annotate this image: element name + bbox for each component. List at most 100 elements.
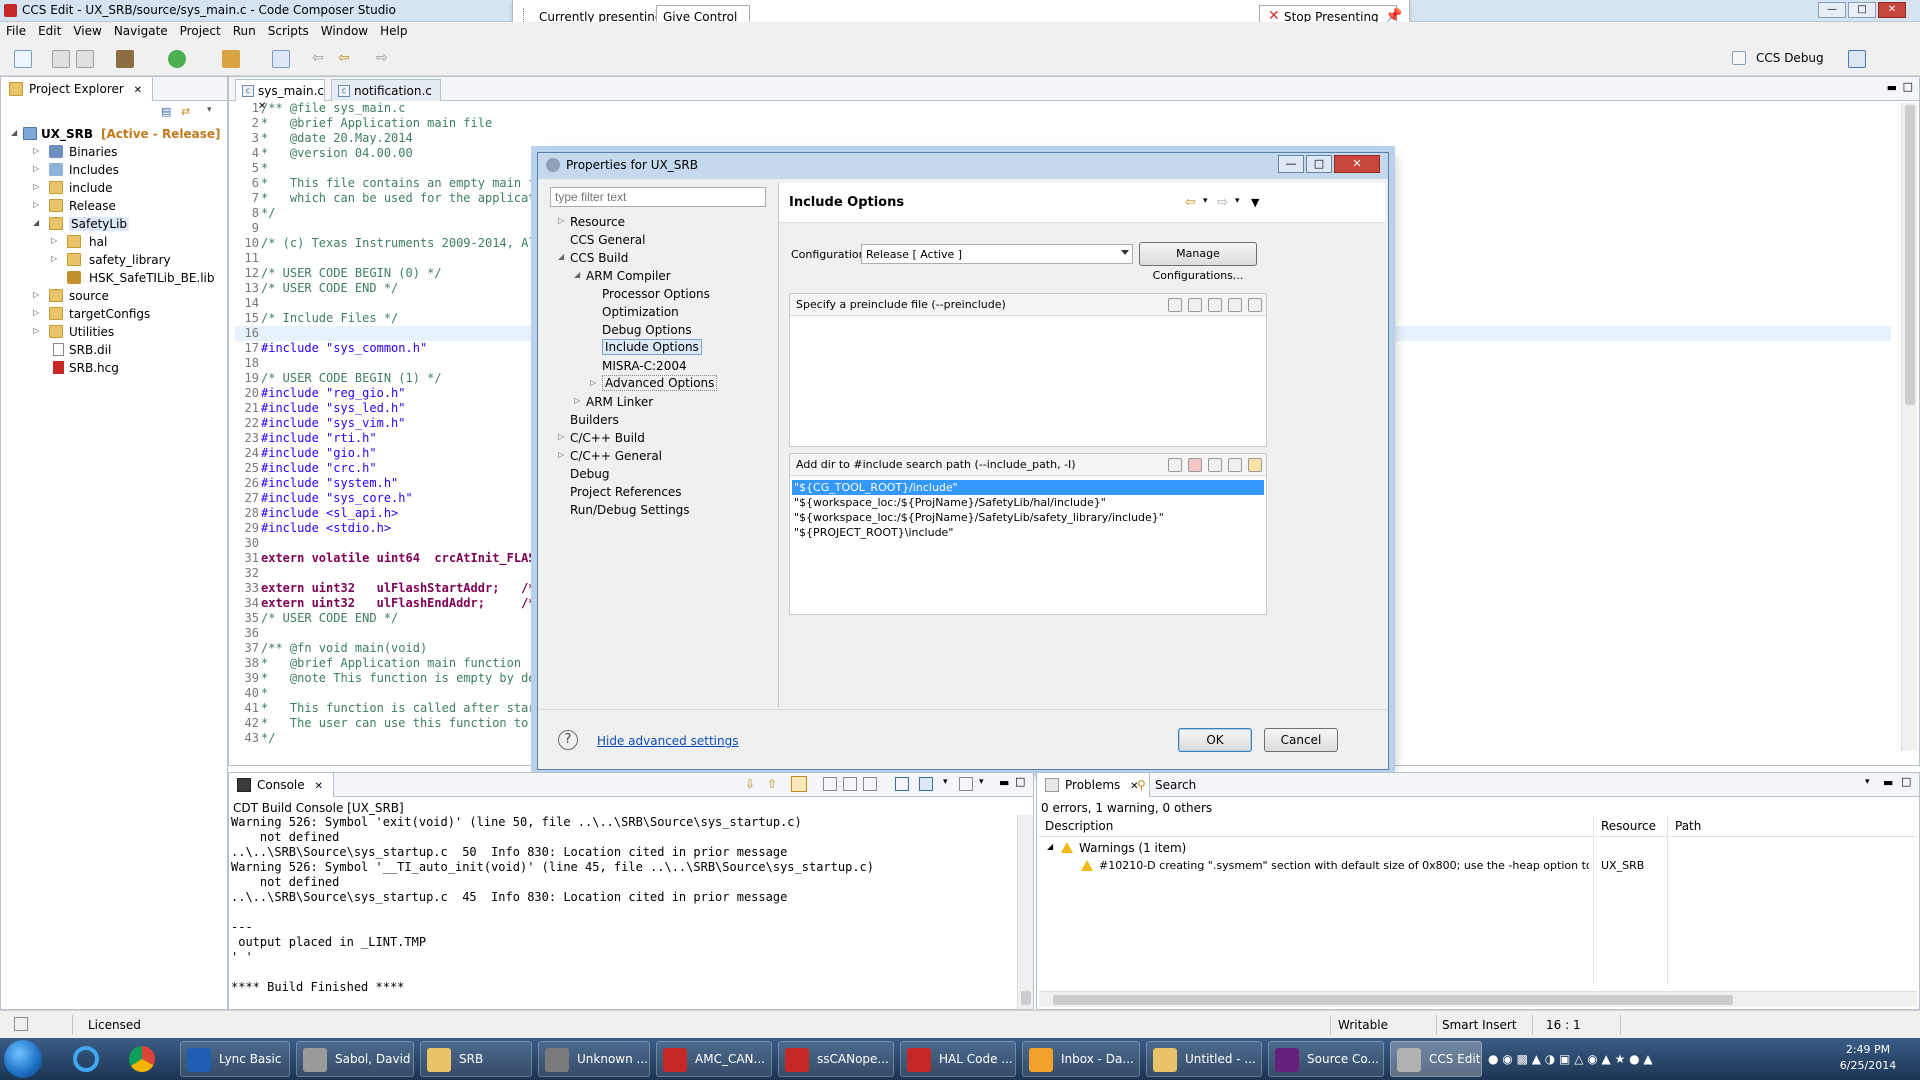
open-console-icon[interactable] <box>895 777 909 791</box>
editor-scrollbar[interactable] <box>1901 103 1917 751</box>
maximize-view-icon[interactable]: □ <box>1901 775 1911 788</box>
maximize-button[interactable]: □ <box>1848 2 1876 18</box>
properties-tree-item[interactable]: ◢ CCS Build <box>546 249 768 267</box>
problems-group-row[interactable]: ◢ Warnings (1 item) <box>1039 839 1917 856</box>
taskbar-source-code[interactable]: Source Co... <box>1268 1041 1384 1077</box>
chevron-down-icon[interactable]: ▾ <box>943 777 948 787</box>
properties-tree-item[interactable]: MISRA-C:2004 <box>546 357 768 375</box>
code-line[interactable]: 2 * @brief Application main file <box>235 116 1891 131</box>
word-wrap-icon[interactable] <box>843 777 857 791</box>
scrollbar-thumb[interactable] <box>1905 105 1915 405</box>
chevron-down-icon[interactable]: ▾ <box>1203 196 1208 206</box>
minimize-view-icon[interactable]: ▬ <box>999 776 1009 789</box>
taskbar-unknown[interactable]: Unknown ... <box>538 1041 650 1077</box>
properties-tree-item[interactable]: ▷ Advanced Options <box>546 375 768 393</box>
add-icon[interactable] <box>1168 458 1182 472</box>
view-menu-icon[interactable]: ▾ <box>1865 777 1870 787</box>
hide-advanced-link[interactable]: Hide advanced settings <box>597 734 738 748</box>
properties-tree-item[interactable]: ▷ C/C++ Build <box>546 429 768 447</box>
chrome-icon[interactable] <box>118 1042 166 1076</box>
minimize-view-icon[interactable]: ▬ <box>1883 776 1893 789</box>
problems-row[interactable]: #10210-D creating ".sysmem" section with… <box>1039 857 1917 874</box>
include-path-item[interactable]: "${workspace_loc:/${ProjName}/SafetyLib/… <box>792 495 1264 510</box>
console-scrollbar[interactable] <box>1017 815 1033 1009</box>
expand-arrow-icon[interactable]: ◢ <box>11 128 17 137</box>
delete-icon[interactable] <box>1188 458 1202 472</box>
chevron-down-icon[interactable]: ▾ <box>979 777 984 787</box>
expand-arrow-icon[interactable]: ◢ <box>574 270 580 279</box>
menu-edit[interactable]: Edit <box>32 22 67 40</box>
back-nav-icon[interactable]: ⇦ <box>312 50 330 68</box>
open-perspective-icon[interactable] <box>1732 51 1746 65</box>
move-down-icon[interactable] <box>1248 298 1262 312</box>
taskbar-hal-code[interactable]: HAL Code ... <box>900 1041 1016 1077</box>
code-line[interactable]: 3 * @date 20.May.2014 <box>235 131 1891 146</box>
save-icon[interactable] <box>52 50 70 68</box>
taskbar-ccs-edit[interactable]: CCS Edit - ... <box>1390 1041 1482 1077</box>
column-path[interactable]: Path <box>1675 819 1701 833</box>
tray-icons[interactable]: ● ◉ ▩ ▲ ◑ ▣ △ ◉ ▲ ★ ● ▲ <box>1488 1052 1653 1066</box>
close-icon[interactable]: ✕ <box>134 85 142 96</box>
help-icon[interactable]: ? <box>558 730 578 750</box>
menu-window[interactable]: Window <box>315 22 374 40</box>
menu-help[interactable]: Help <box>374 22 413 40</box>
expand-arrow-icon[interactable]: ▷ <box>558 432 564 441</box>
properties-tree-item[interactable]: Run/Debug Settings <box>546 501 768 519</box>
include-path-item[interactable]: "${PROJECT_ROOT}\include" <box>792 525 1264 540</box>
maximize-view-icon[interactable]: □ <box>1015 775 1025 788</box>
forward-arrow-icon[interactable]: ⇨ <box>1217 195 1228 210</box>
console-output[interactable]: Warning 526: Symbol 'exit(void)' (line 5… <box>231 815 1015 995</box>
pin-console-icon[interactable] <box>863 777 877 791</box>
move-up-icon[interactable] <box>1228 458 1242 472</box>
expand-arrow-icon[interactable]: ▷ <box>574 396 580 405</box>
expand-arrow-icon[interactable]: ▷ <box>590 378 596 387</box>
debug-bug-icon[interactable] <box>168 50 186 68</box>
move-down-icon[interactable] <box>1248 458 1262 472</box>
view-menu-icon[interactable]: ▼ <box>1251 196 1259 209</box>
tab-console[interactable]: Console ✕ <box>229 773 334 797</box>
code-line[interactable]: 1/** @file sys_main.c <box>235 101 1891 116</box>
taskbar-untitled[interactable]: Untitled - ... <box>1146 1041 1262 1077</box>
menu-project[interactable]: Project <box>174 22 227 40</box>
scroll-down-icon[interactable]: ⇩ <box>745 777 755 791</box>
scroll-lock-icon[interactable] <box>791 776 807 792</box>
expand-arrow-icon[interactable]: ▷ <box>558 216 564 225</box>
edit-icon[interactable] <box>1208 298 1222 312</box>
forward-nav-icon[interactable]: ⇨ <box>376 50 394 68</box>
save-all-icon[interactable] <box>76 50 94 68</box>
clear-console-icon[interactable] <box>823 777 837 791</box>
tab-notification[interactable]: c notification.c <box>331 79 441 101</box>
menu-file[interactable]: File <box>0 22 32 40</box>
internet-explorer-icon[interactable] <box>62 1042 110 1076</box>
taskbar-inbox[interactable]: Inbox - Da... <box>1022 1041 1140 1077</box>
taskbar-sabol[interactable]: Sabol, David <box>296 1041 414 1077</box>
menu-scripts[interactable]: Scripts <box>262 22 315 40</box>
properties-tree-item[interactable]: ▷ Resource <box>546 213 768 231</box>
properties-tree-item[interactable]: Project References <box>546 483 768 501</box>
expand-arrow-icon[interactable]: ▷ <box>558 450 564 459</box>
back-arrow-icon[interactable]: ⇦ <box>1185 195 1196 210</box>
properties-tree-item[interactable]: Debug <box>546 465 768 483</box>
dialog-minimize-button[interactable]: — <box>1278 155 1304 173</box>
scroll-up-icon[interactable]: ⇧ <box>767 777 777 791</box>
display-console-icon[interactable] <box>919 777 933 791</box>
properties-tree-item[interactable]: Builders <box>546 411 768 429</box>
new-icon[interactable] <box>14 50 32 68</box>
ccs-edit-perspective-icon[interactable] <box>1848 50 1866 68</box>
flash-icon[interactable] <box>222 50 240 68</box>
expand-arrow-icon[interactable]: ◢ <box>558 252 564 261</box>
previous-edit-icon[interactable]: ⇦ <box>338 50 356 68</box>
properties-tree-item[interactable]: ▷ ARM Linker <box>546 393 768 411</box>
dialog-maximize-button[interactable]: □ <box>1306 155 1332 173</box>
menu-view[interactable]: View <box>67 22 107 40</box>
minimize-view-icon[interactable]: ▬ <box>1887 81 1897 94</box>
properties-tree-item[interactable]: ▷ C/C++ General <box>546 447 768 465</box>
perspective-ccs-debug[interactable]: CCS Debug <box>1756 51 1824 65</box>
link-with-editor-icon[interactable]: ⇄ <box>181 105 190 118</box>
maximize-view-icon[interactable]: □ <box>1903 80 1913 93</box>
dialog-close-button[interactable]: ✕ <box>1334 155 1380 173</box>
scrollbar-thumb[interactable] <box>1021 991 1031 1005</box>
menu-run[interactable]: Run <box>227 22 262 40</box>
ok-button[interactable]: OK <box>1178 728 1252 752</box>
minimize-button[interactable]: — <box>1818 2 1846 18</box>
